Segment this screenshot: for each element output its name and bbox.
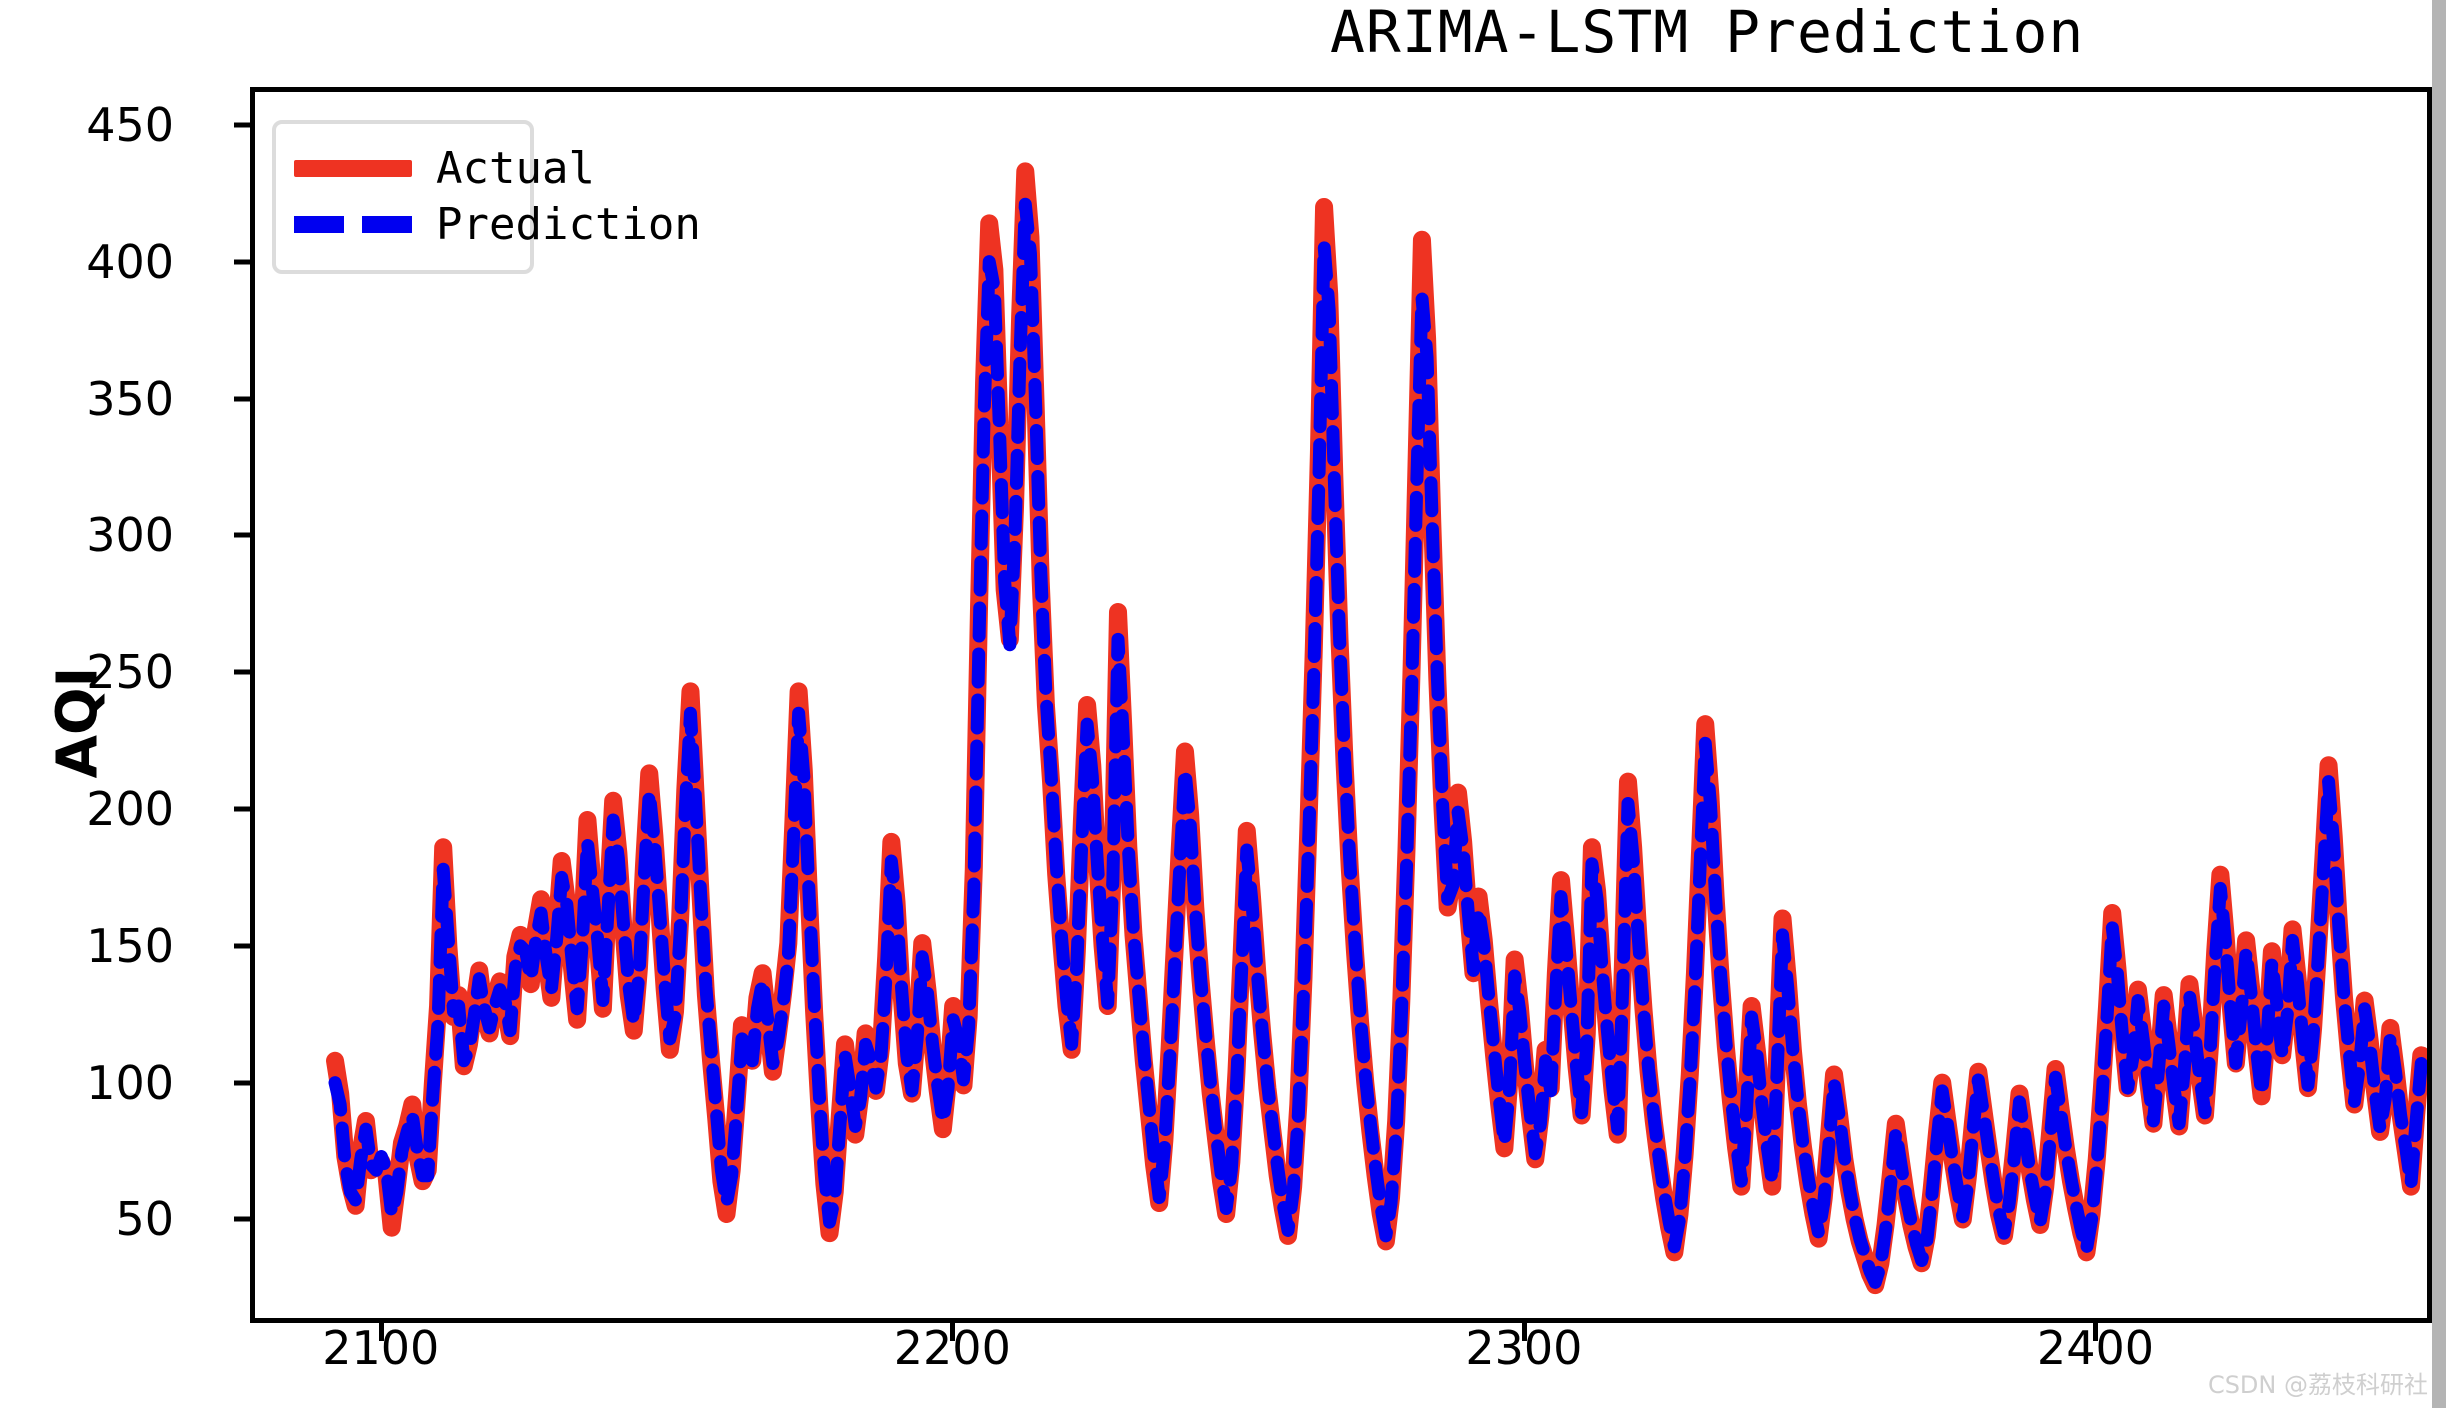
legend-label-prediction: Prediction xyxy=(436,198,701,250)
chart-figure: ARIMA-LSTM Prediction AQI 50 100 150 200 250… xyxy=(0,0,2446,1408)
y-tick-label: 350 xyxy=(86,371,174,426)
series-canvas xyxy=(326,162,2427,1295)
vertical-scrollbar[interactable] xyxy=(2432,0,2446,1408)
legend-item-actual: Actual xyxy=(294,140,595,196)
x-tick-mark xyxy=(378,1323,384,1341)
y-tick-label: 400 xyxy=(86,234,174,289)
y-tick-label: 250 xyxy=(86,645,174,700)
y-tick-label: 200 xyxy=(86,781,174,836)
y-tick-label: 450 xyxy=(86,97,174,152)
legend-swatch-actual-line xyxy=(294,159,412,177)
x-tick-mark xyxy=(950,1323,956,1341)
y-tick-label: 150 xyxy=(86,918,174,973)
chart-legend: Actual Prediction xyxy=(272,120,701,274)
legend-label-actual: Actual xyxy=(436,142,595,194)
y-tick-label: 50 xyxy=(115,1192,174,1247)
x-tick-mark xyxy=(1521,1323,1527,1341)
legend-swatch-prediction-line xyxy=(294,215,412,233)
y-tick-label: 300 xyxy=(86,508,174,563)
series-line-actual xyxy=(326,162,2427,1295)
plot-area xyxy=(250,87,2432,1323)
csdn-watermark: CSDN @荔枝科研社 xyxy=(2207,1371,2428,1399)
chart-title: ARIMA-LSTM Prediction xyxy=(1330,0,2085,66)
x-tick-mark xyxy=(2093,1323,2099,1341)
y-tick-label: 100 xyxy=(86,1055,174,1110)
legend-item-prediction: Prediction xyxy=(294,196,701,252)
